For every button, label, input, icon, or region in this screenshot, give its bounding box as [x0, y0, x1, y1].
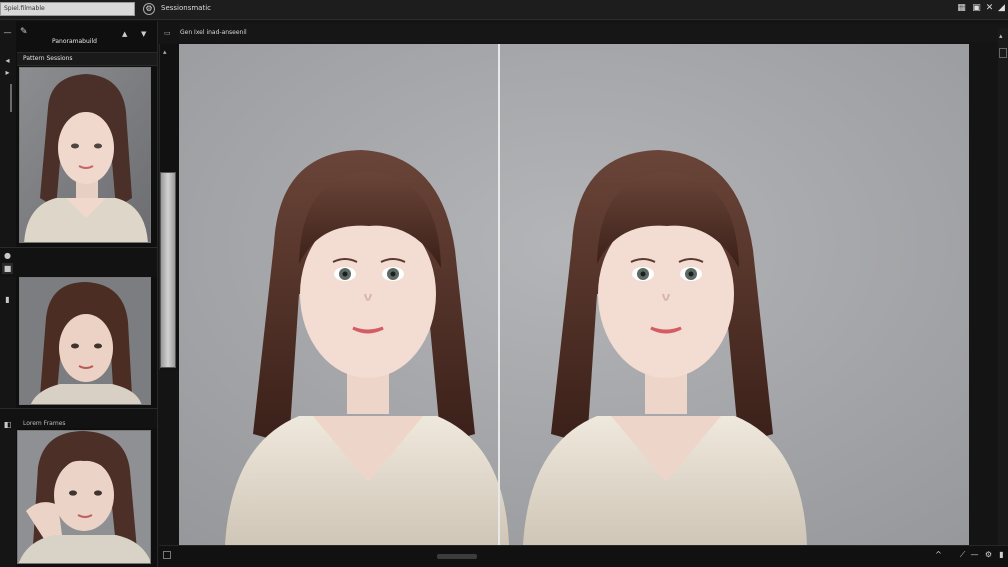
portrait-thumbnail-2[interactable] [19, 277, 151, 405]
minus-icon[interactable]: — [969, 549, 980, 560]
portrait-thumbnail-3[interactable] [17, 430, 151, 564]
resize-handle[interactable] [437, 554, 477, 559]
compare-divider[interactable] [498, 44, 500, 545]
collapse-up-icon[interactable]: ▲ [122, 30, 127, 38]
main-header [179, 24, 1008, 42]
app-title: Sessionsmatic [161, 4, 212, 12]
bottom-panel-icon[interactable] [163, 551, 171, 559]
info-icon[interactable]: ▮ [996, 549, 1007, 560]
section-divider-1 [0, 247, 157, 277]
portrait-thumbnail-1-image [20, 68, 150, 242]
panel-toggle-icon[interactable]: ▭ [164, 29, 172, 37]
right-rail [998, 28, 1008, 545]
menu-icon[interactable]: — [2, 27, 13, 38]
rail-frame-icon[interactable] [999, 48, 1007, 58]
layers-icon[interactable]: ◂ [2, 55, 13, 66]
image-icon[interactable]: ▣ [971, 3, 982, 14]
pin-icon[interactable]: ● [2, 250, 13, 261]
folder-icon[interactable]: ◧ [2, 419, 13, 430]
scrollbar-thumb[interactable] [160, 172, 176, 368]
bottom-bar [159, 545, 1008, 567]
close-icon[interactable]: ✕ [984, 3, 995, 14]
search-input[interactable]: Spiel.filmable [0, 2, 135, 16]
image-viewer[interactable] [179, 44, 969, 545]
portrait-thumbnail-3-image [18, 431, 150, 563]
brush-icon[interactable]: ✎ [20, 27, 31, 38]
caret-up-icon[interactable]: ^ [933, 549, 944, 560]
arrow-icon[interactable]: ▸ [2, 67, 13, 78]
rail-up-icon[interactable]: ▴ [999, 32, 1007, 40]
portrait-thumbnail-2-image [20, 278, 150, 404]
portrait-thumbnail-1[interactable] [19, 67, 151, 243]
section-label-1: Pattern Sessions [23, 55, 73, 62]
light-icon[interactable]: ▮ [2, 294, 13, 305]
viewer-canvas [179, 44, 969, 545]
pen-icon[interactable]: ⟋ [957, 549, 968, 560]
scroll-up-icon[interactable]: ▴ [163, 48, 171, 56]
main-header-text: Gen Ixel inad-anseenil [180, 29, 247, 36]
square-icon[interactable]: ■ [2, 263, 13, 274]
section-label-3: Lorem Frames [23, 420, 66, 427]
chevron-down-icon[interactable]: ▼ [141, 30, 146, 38]
settings-icon[interactable]: ⚙ [983, 549, 994, 560]
expand-icon[interactable]: ◢ [996, 3, 1007, 14]
rail-slider[interactable] [10, 84, 12, 112]
gear-icon[interactable]: ⚙ [143, 3, 155, 15]
grid-icon[interactable]: ▦ [956, 3, 967, 14]
panel-header-label: Panoramabuild [52, 38, 97, 45]
